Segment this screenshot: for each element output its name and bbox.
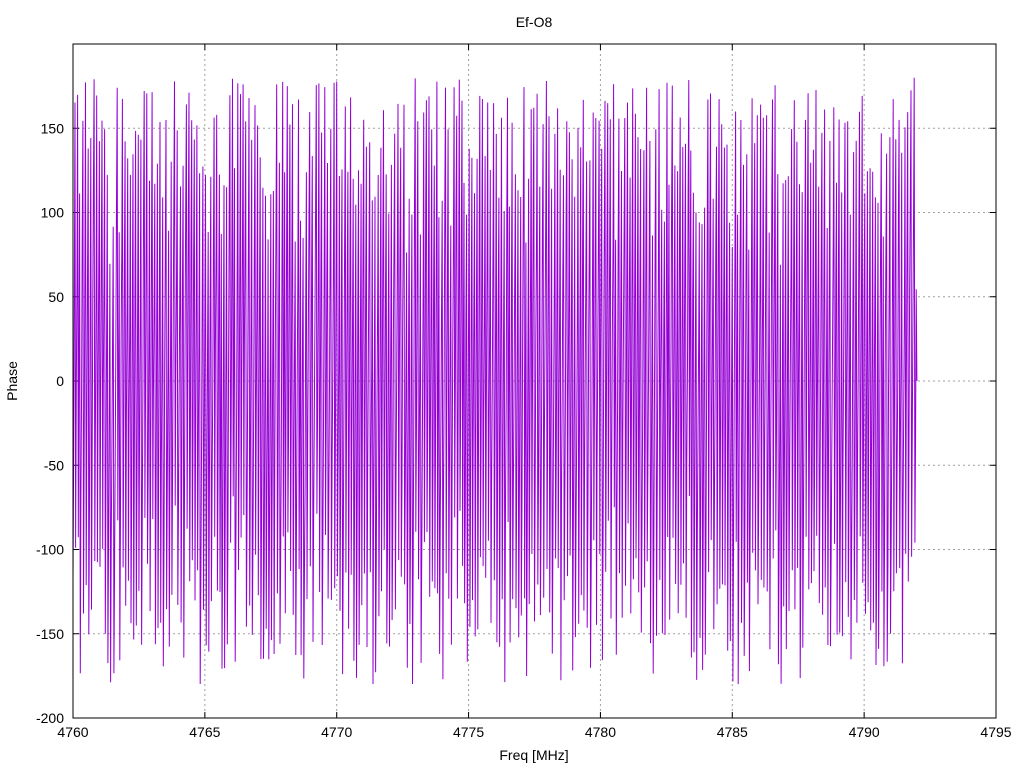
x-tick-label: 4765 xyxy=(189,724,220,740)
x-tick-label: 4760 xyxy=(57,724,88,740)
x-tick-label: 4785 xyxy=(717,724,748,740)
x-tick-label: 4780 xyxy=(585,724,616,740)
y-tick-label: 100 xyxy=(41,205,65,221)
phase-chart: Ef-O8 4760 4765 4770 4775 4780 4785 4790 4795 -2… xyxy=(0,0,1024,768)
x-axis-label: Freq [MHz] xyxy=(499,747,568,763)
y-tick-label: -50 xyxy=(44,457,64,473)
chart-title: Ef-O8 xyxy=(516,14,553,30)
y-tick-label: -100 xyxy=(36,542,64,558)
y-tick-label: 150 xyxy=(41,120,65,136)
y-tick-label: -200 xyxy=(36,710,64,726)
y-axis-label: Phase xyxy=(4,361,20,401)
x-tick-label: 4770 xyxy=(321,724,352,740)
x-tick-label: 4790 xyxy=(849,724,880,740)
y-tick-label: -150 xyxy=(36,626,64,642)
x-tick-label: 4775 xyxy=(453,724,484,740)
y-tick-label: 50 xyxy=(48,289,64,305)
y-tick-label: 0 xyxy=(56,373,64,389)
x-tick-label: 4795 xyxy=(980,724,1011,740)
